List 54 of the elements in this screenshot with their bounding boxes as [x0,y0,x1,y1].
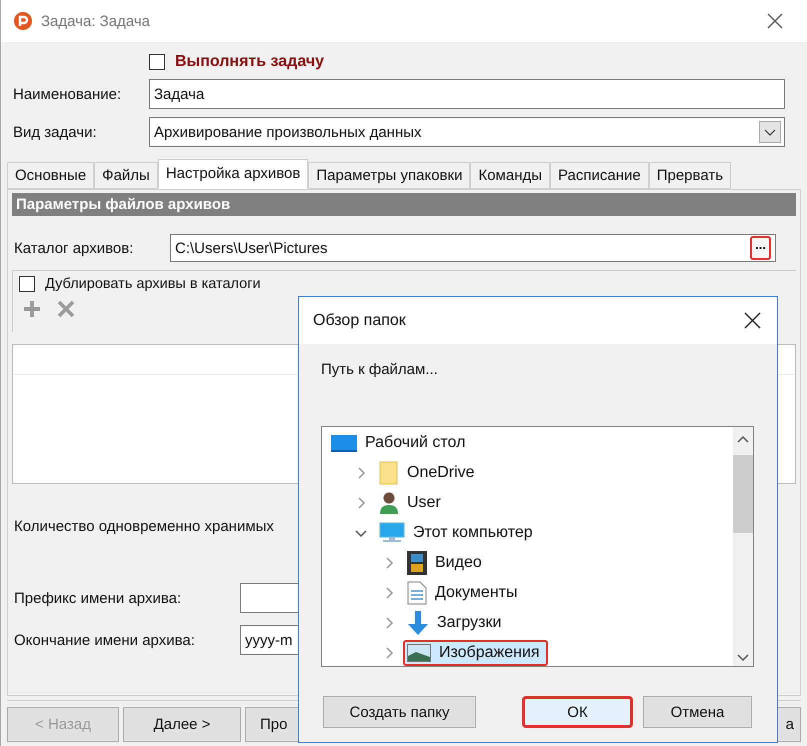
tab[interactable]: Настройка архивов [158,159,308,189]
scrollbar[interactable] [733,427,753,666]
field-label: Наименование: [12,86,122,102]
browse-button[interactable]: ... [750,236,771,260]
image-icon [407,644,431,662]
tree-item[interactable]: User [375,487,449,519]
tab[interactable]: Команды [470,162,550,189]
wizard-button[interactable]: Далее > [123,707,241,742]
tree-item[interactable]: Загрузки [403,607,510,639]
computer-icon [379,522,405,544]
dialog-prompt: Путь к файлам... [321,361,439,378]
chevron-down-icon [759,121,781,143]
film-icon [407,551,427,575]
document-icon [407,581,427,605]
field-label: Вид задачи: [12,124,98,140]
keep-count-label: Количество одновременно хранимых [13,518,274,535]
scroll-down-icon[interactable] [737,652,749,662]
archive-folder-field[interactable]: C:\Users\User\Pictures ... [170,234,776,262]
dialog-title: Обзор папок [313,312,406,330]
field-label: Префикс имени архива: [13,590,182,606]
close-icon[interactable] [767,13,783,29]
tab[interactable]: Основные [7,162,94,189]
monitor-icon [331,433,357,453]
tree-item[interactable]: OneDrive [375,457,483,489]
field-label: Окончание имени архива: [13,632,196,648]
tree-item[interactable]: Рабочий стол [327,429,474,457]
window-title: Задача: Задача [41,12,150,30]
field-label: Каталог архивов: [13,240,134,256]
tree-item[interactable]: Изображения [403,640,548,666]
task-type-dropdown[interactable]: Архивирование произвольных данных [149,117,785,147]
dialog-button[interactable]: Отмена [643,696,752,728]
dialog-button[interactable]: Создать папку [323,696,476,728]
name-field[interactable]: Задача [149,79,785,109]
dialog-button[interactable]: ОК [522,696,633,728]
tree-item[interactable]: Этот компьютер [375,518,541,548]
checkbox[interactable] [149,54,165,70]
tab[interactable]: Прервать [648,162,732,189]
delete-icon[interactable] [57,300,75,318]
add-icon[interactable] [23,300,41,318]
tab[interactable]: Параметры упаковки [308,162,470,189]
down-arrow-icon [407,611,429,635]
close-icon[interactable] [744,312,761,329]
scroll-up-icon[interactable] [737,435,749,445]
section-header: Параметры файлов архивов [12,193,796,216]
tree-item[interactable]: Документы [403,577,526,609]
checkbox[interactable] [19,276,35,292]
run-task-label: Выполнять задачу [175,53,324,71]
tree-item[interactable]: Видео [403,547,490,579]
tab[interactable]: Расписание [550,162,649,189]
tab[interactable]: Файлы [94,162,158,189]
duplicate-label: Дублировать архивы в каталоги [45,276,261,292]
folder-icon [379,461,399,485]
app-logo-icon [13,11,33,31]
user-icon [379,491,399,515]
